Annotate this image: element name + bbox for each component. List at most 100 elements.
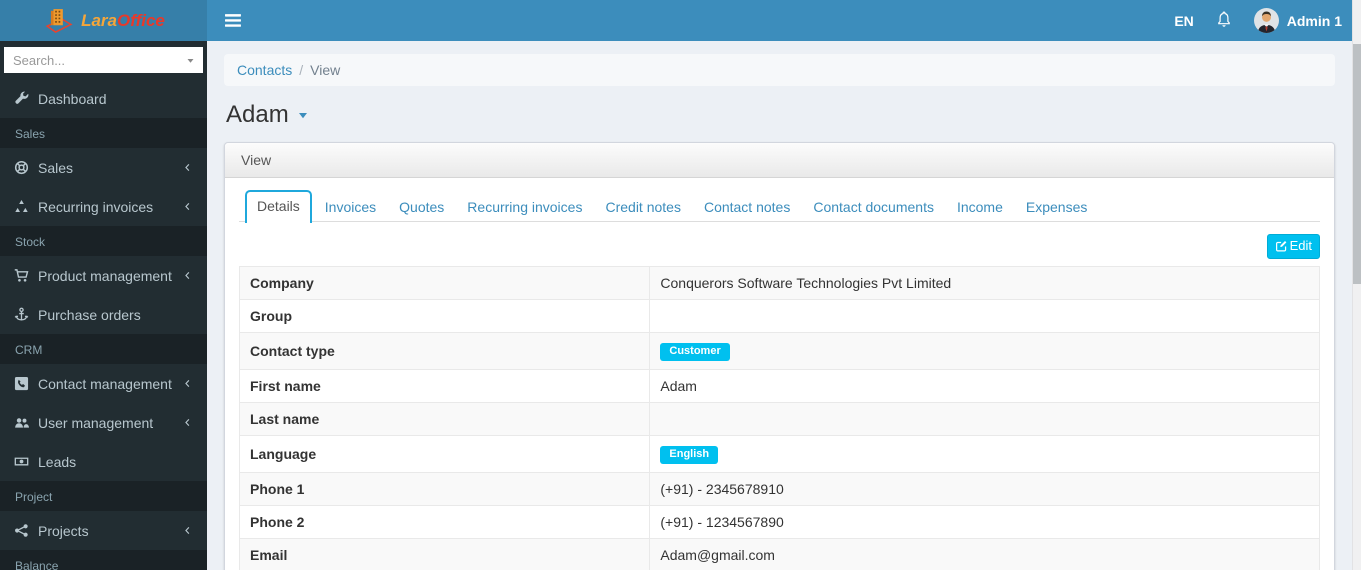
sidebar-item-leads[interactable]: Leads (0, 442, 207, 481)
share-icon (15, 524, 28, 537)
tab-details[interactable]: Details (245, 190, 312, 223)
detail-value: Customer (649, 331, 1320, 370)
table-row-phone-1: Phone 1 (+91) - 2345678910 (238, 471, 1320, 506)
sidebar-toggle-button[interactable] (218, 6, 248, 36)
sidebar-item-label: Contact management (38, 375, 172, 392)
detail-value: Adam@gmail.com (649, 537, 1320, 570)
sidebar-item-label: Purchase orders (38, 306, 141, 323)
caret-down-icon[interactable] (297, 109, 309, 121)
detail-value (649, 401, 1320, 436)
brand-text-office: Office (117, 10, 165, 30)
chevron-left-icon (185, 203, 190, 210)
detail-label: Phone 1 (238, 471, 651, 506)
detail-label: Phone 2 (238, 504, 651, 539)
search-input[interactable] (4, 47, 203, 73)
tab-income[interactable]: Income (947, 192, 1013, 222)
page-title: Adam (226, 101, 1333, 129)
chevron-left-icon (185, 164, 190, 171)
tab-contact-documents[interactable]: Contact documents (803, 192, 944, 222)
edit-button-label: Edit (1289, 238, 1312, 253)
brand-logo[interactable]: LaraOffice (0, 0, 207, 41)
sidebar-item-sales[interactable]: Sales (0, 148, 207, 187)
chevron-left-icon (185, 419, 190, 426)
tab-recurring-invoices[interactable]: Recurring invoices (457, 192, 592, 222)
detail-value: Adam (649, 368, 1320, 403)
recycle-icon (15, 199, 28, 212)
edit-icon (1275, 241, 1286, 252)
tab-label[interactable]: Expenses (1016, 192, 1097, 222)
avatar (1253, 8, 1279, 33)
breadcrumb-link-contacts[interactable]: Contacts (237, 62, 292, 78)
detail-value: (+91) - 1234567890 (649, 504, 1320, 539)
detail-label: Group (238, 298, 651, 333)
tab-label[interactable]: Invoices (315, 192, 386, 222)
money-icon (14, 457, 29, 466)
sidebar-item-product-management[interactable]: Product management (0, 256, 207, 295)
brand-text: LaraOffice (81, 11, 165, 31)
top-navbar: EN Admin 1 (207, 0, 1352, 41)
table-row-company: Company Conquerors Software Technologies … (238, 265, 1320, 300)
anchor-icon (14, 307, 29, 321)
life-ring-icon (14, 160, 29, 175)
detail-label: Language (238, 434, 651, 473)
view-panel: View Details Invoices Quotes Recurring invo… (224, 142, 1335, 570)
tab-label[interactable]: Contact documents (803, 192, 944, 222)
app-window: LaraOffice Dashboard Sales Sales Recurring … (0, 0, 1361, 570)
navbar-right: EN Admin 1 (1174, 8, 1342, 33)
table-row-last-name: Last name (238, 401, 1320, 436)
sidebar-item-label: Recurring invoices (38, 198, 154, 215)
tab-label[interactable]: Quotes (389, 192, 454, 222)
tab-expenses[interactable]: Expenses (1016, 192, 1097, 222)
table-row-first-name: First name Adam (238, 368, 1320, 403)
sidebar-item-label: Sales (38, 159, 74, 176)
sidebar-item-dashboard[interactable]: Dashboard (0, 79, 207, 118)
tab-label[interactable]: Contact notes (694, 192, 800, 222)
detail-value: English (649, 434, 1320, 473)
sidebar-item-projects[interactable]: Projects (0, 511, 207, 550)
detail-value: Conquerors Software Technologies Pvt Lim… (649, 265, 1320, 300)
tab-invoices[interactable]: Invoices (315, 192, 386, 222)
edit-row: Edit (239, 222, 1320, 259)
sidebar: LaraOffice Dashboard Sales Sales Recurring … (0, 0, 207, 570)
tab-contact-notes[interactable]: Contact notes (694, 192, 800, 222)
main-area: EN Admin 1 Contacts / View Adam View Det… (207, 0, 1352, 570)
sidebar-item-label: Leads (38, 453, 77, 470)
detail-label: Last name (238, 401, 651, 436)
table-row-language: Language English (238, 434, 1320, 473)
user-menu[interactable]: Admin 1 (1253, 8, 1342, 33)
breadcrumb: Contacts / View (224, 54, 1335, 86)
sidebar-item-contact-management[interactable]: Contact management (0, 364, 207, 403)
tab-credit-notes[interactable]: Credit notes (595, 192, 690, 222)
tab-label[interactable]: Credit notes (595, 192, 690, 222)
page-scrollbar[interactable] (1352, 0, 1361, 570)
table-row-phone-2: Phone 2 (+91) - 1234567890 (238, 504, 1320, 539)
search-caret-icon[interactable] (186, 56, 195, 65)
sidebar-item-label: Dashboard (38, 90, 107, 107)
tab-quotes[interactable]: Quotes (389, 192, 454, 222)
chevron-left-icon (185, 380, 190, 387)
chevron-left-icon (185, 527, 190, 534)
tab-label[interactable]: Details (245, 190, 312, 223)
tab-label[interactable]: Recurring invoices (457, 192, 592, 222)
sidebar-section-stock: Stock (0, 226, 207, 256)
tab-label[interactable]: Income (947, 192, 1013, 222)
sidebar-item-recurring-invoices[interactable]: Recurring invoices (0, 187, 207, 226)
detail-label: Company (238, 265, 651, 300)
language-selector[interactable]: EN (1174, 13, 1193, 29)
sidebar-item-purchase-orders[interactable]: Purchase orders (0, 295, 207, 334)
cart-icon (14, 269, 29, 282)
table-row-group: Group (238, 298, 1320, 333)
panel-header: View (225, 143, 1334, 178)
sidebar-item-user-management[interactable]: User management (0, 403, 207, 442)
hamburger-icon (224, 14, 241, 27)
laraoffice-logo-icon (45, 8, 73, 33)
edit-button[interactable]: Edit (1266, 234, 1320, 259)
status-badge: Customer (660, 342, 730, 361)
user-name: Admin 1 (1286, 12, 1342, 29)
breadcrumb-current: View (310, 62, 341, 78)
breadcrumb-separator: / (299, 62, 304, 78)
panel-body: Details Invoices Quotes Recurring invoices C… (225, 178, 1334, 570)
notifications-button[interactable] (1216, 11, 1232, 31)
scrollbar-thumb[interactable] (1353, 44, 1361, 284)
page-title-text: Adam (226, 101, 289, 128)
